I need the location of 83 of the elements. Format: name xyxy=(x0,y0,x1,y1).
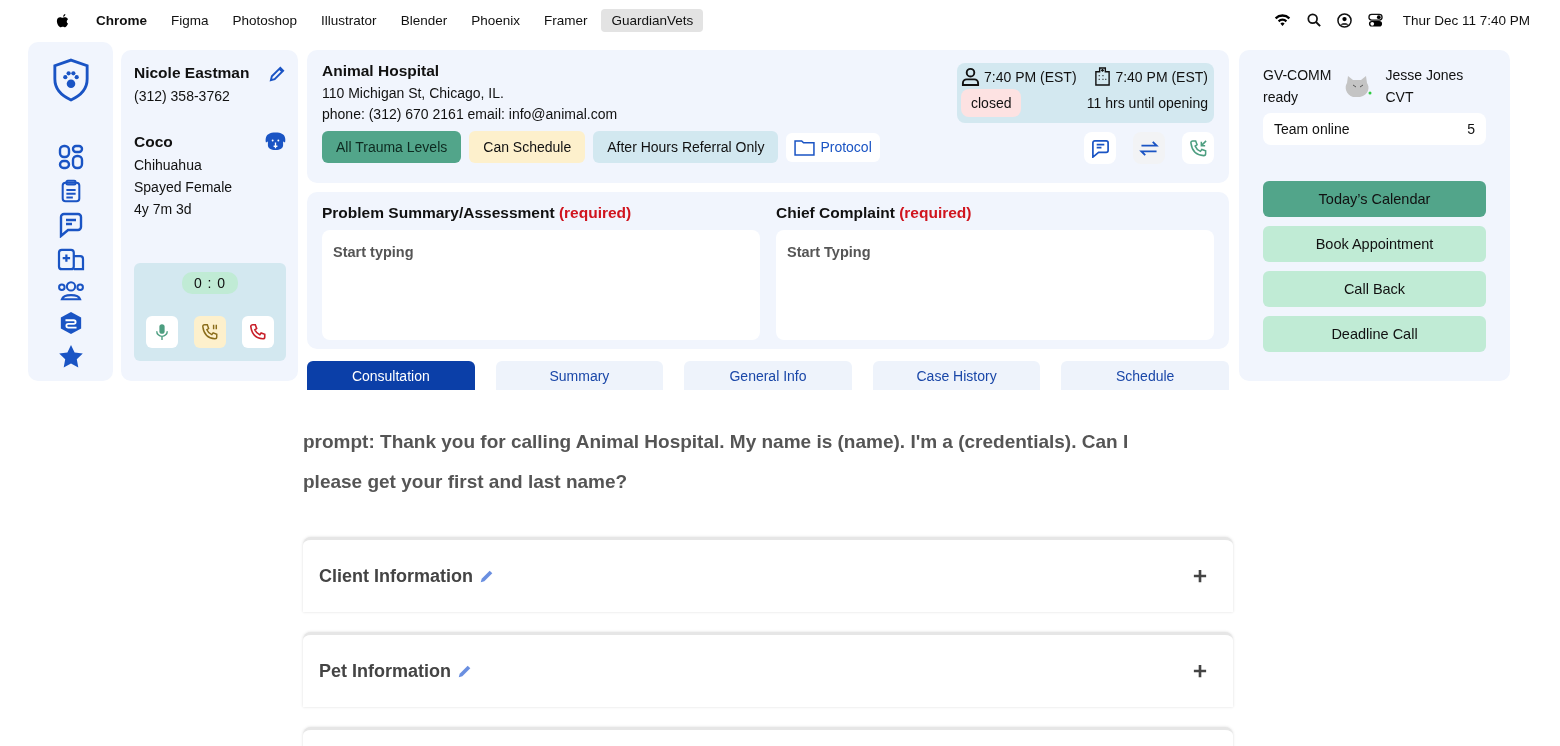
hexagon-chat-icon[interactable] xyxy=(58,311,83,335)
note-label: Problem Summary/Assessment (required) xyxy=(322,204,633,222)
search-icon[interactable] xyxy=(1306,13,1321,27)
folder-icon xyxy=(794,138,816,156)
opening-countdown: 11 hrs until opening xyxy=(1086,95,1208,111)
menu-item[interactable]: Phoenix xyxy=(461,8,530,32)
agent-status: ready xyxy=(1263,89,1300,105)
action-button[interactable]: Deadline Call xyxy=(1263,316,1486,352)
tag: All Trauma Levels xyxy=(322,131,462,163)
user-icon[interactable] xyxy=(1336,12,1352,28)
caller-time: 7:40 PM (EST) xyxy=(984,68,1077,85)
team-icon[interactable] xyxy=(56,280,85,302)
message-button[interactable] xyxy=(1084,132,1116,164)
tab[interactable]: Summary xyxy=(495,361,664,390)
pet-detail: 4y 7m 3d xyxy=(134,201,193,217)
section-title: Pet Information xyxy=(319,660,451,682)
queue-name: GV-COMM xyxy=(1263,67,1332,83)
chat-icon[interactable] xyxy=(57,212,84,238)
building-icon xyxy=(1094,67,1112,86)
pet-detail: Spayed Female xyxy=(134,179,234,195)
microphone-button[interactable] xyxy=(146,316,178,348)
menu-item[interactable]: Chrome xyxy=(86,8,157,32)
menubar-clock: Thur Dec 11 7:40 PM xyxy=(1402,12,1530,28)
client-name: Nicole Eastman xyxy=(134,64,250,82)
hospital-name: Animal Hospital xyxy=(322,62,441,80)
menu-item[interactable]: Photoshop xyxy=(222,8,308,32)
hospital-icon[interactable] xyxy=(56,247,85,271)
agent-role: CVT xyxy=(1385,89,1415,105)
hang-up-button[interactable] xyxy=(242,316,274,348)
menu-item[interactable]: Blender xyxy=(390,8,458,32)
person-icon xyxy=(961,67,980,86)
microphone-icon xyxy=(155,323,169,341)
team-count: 5 xyxy=(1467,121,1475,137)
phone-pause-icon xyxy=(201,323,219,341)
call-timer: 0 : 0 xyxy=(181,272,239,294)
menu-item[interactable]: Illustrator xyxy=(311,8,387,32)
wifi-icon[interactable] xyxy=(1273,13,1291,27)
team-label: Team online xyxy=(1274,121,1350,137)
plus-icon[interactable] xyxy=(1193,569,1207,583)
tag: After Hours Referral Only xyxy=(593,131,779,163)
apple-icon[interactable] xyxy=(55,11,70,29)
incoming-call-button[interactable] xyxy=(1182,132,1214,164)
client-phone: (312) 358-3762 xyxy=(134,88,231,104)
phone-icon xyxy=(249,323,267,341)
action-button[interactable]: Call Back xyxy=(1263,271,1486,307)
tab[interactable]: Schedule xyxy=(1061,361,1229,390)
menu-item[interactable]: GuardianVets xyxy=(601,8,704,32)
pencil-icon[interactable] xyxy=(269,64,286,82)
agent-name: Jesse Jones xyxy=(1385,67,1464,83)
hold-button[interactable] xyxy=(194,316,226,348)
star-icon[interactable] xyxy=(57,344,84,370)
script-prompt: prompt: Thank you for calling Animal Hospital. My name is (name). I'm a (credentials). Can I please get your first and last name? xyxy=(303,430,1130,494)
action-button[interactable]: Today’s Calendar xyxy=(1263,181,1486,217)
toggle-icon[interactable] xyxy=(1367,12,1383,28)
section-title: Client Information xyxy=(319,565,473,587)
note-field[interactable]: Start Typing xyxy=(776,230,1214,340)
menu-item[interactable]: Framer xyxy=(533,8,598,32)
phone-incoming-icon xyxy=(1188,138,1208,158)
note-field[interactable]: Start typing xyxy=(322,230,760,340)
protocol-button[interactable]: Protocol xyxy=(786,132,880,162)
transfer-button[interactable] xyxy=(1133,132,1165,164)
tab[interactable]: General Info xyxy=(684,361,852,390)
dog-icon xyxy=(265,132,286,151)
tab[interactable]: Case History xyxy=(872,361,1041,390)
status-badge: closed xyxy=(961,89,1022,117)
pencil-icon[interactable] xyxy=(457,663,473,679)
hospital-address: 110 Michigan St, Chicago, IL. xyxy=(322,85,505,101)
cat-avatar xyxy=(1343,73,1374,99)
pencil-icon[interactable] xyxy=(479,568,495,584)
tab[interactable]: Consultation xyxy=(307,361,475,390)
pet-detail: Chihuahua xyxy=(134,157,203,173)
dashboard-icon[interactable] xyxy=(57,144,84,170)
pet-name: Coco xyxy=(134,132,173,151)
shield-paw-icon[interactable] xyxy=(51,58,90,102)
action-button[interactable]: Book Appointment xyxy=(1263,226,1486,262)
chat-icon xyxy=(1090,138,1110,158)
tag: Can Schedule xyxy=(469,131,586,163)
menu-item[interactable]: Figma xyxy=(161,8,219,32)
arrows-icon xyxy=(1139,139,1159,157)
hospital-time: 7:40 PM (EST) xyxy=(1115,68,1208,85)
note-label: Chief Complaint (required) xyxy=(776,204,973,222)
hospital-contact: phone: (312) 670 2161 email: info@animal.com xyxy=(322,106,619,122)
plus-icon[interactable] xyxy=(1193,664,1207,678)
